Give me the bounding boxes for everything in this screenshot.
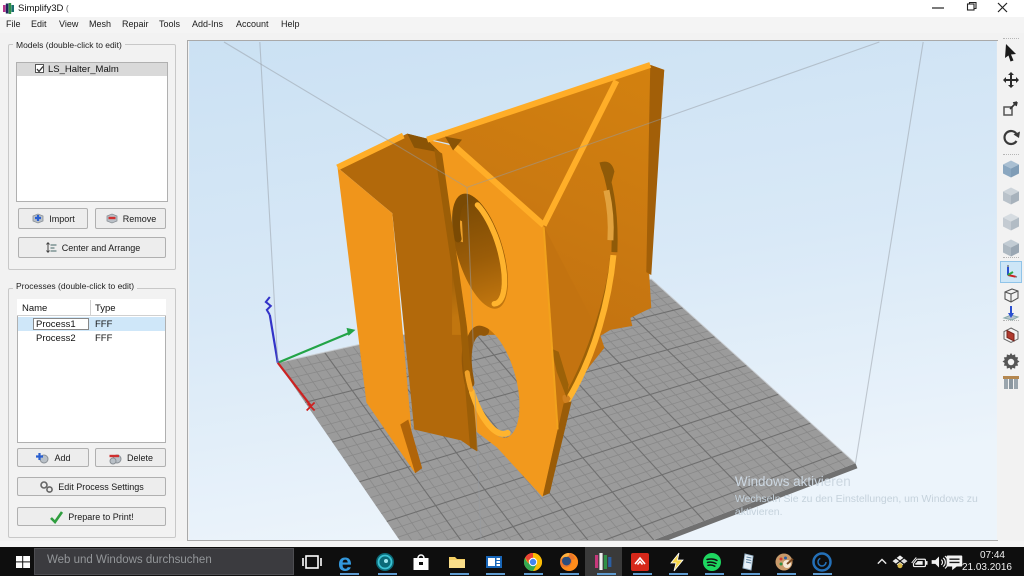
svg-text:Wechseln Sie zu den Einstellun: Wechseln Sie zu den Einstellungen, um Wi… — [735, 494, 978, 505]
svg-text:aktivieren.: aktivieren. — [735, 507, 783, 518]
svg-text:e: e — [338, 550, 352, 574]
svg-text:Windows aktivieren: Windows aktivieren — [735, 474, 851, 489]
